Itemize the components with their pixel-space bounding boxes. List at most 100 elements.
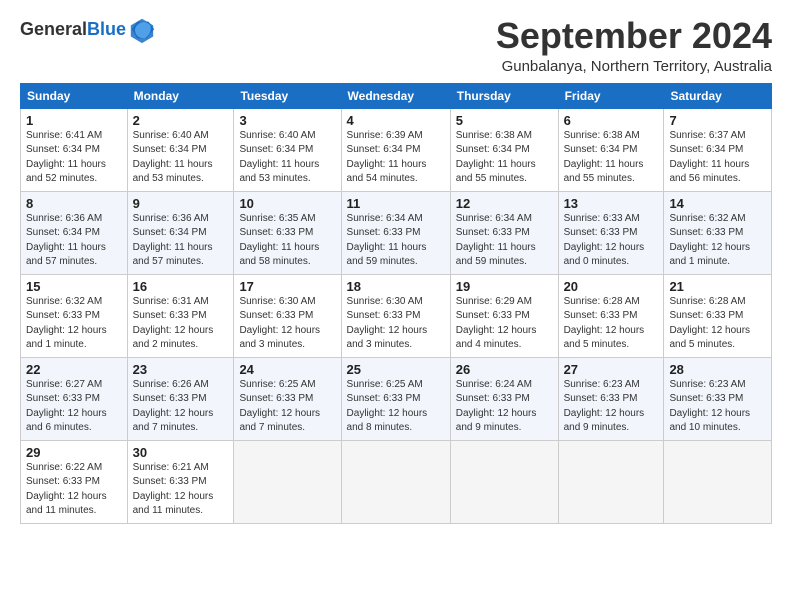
day-number: 17 — [239, 279, 335, 294]
day-number: 23 — [133, 362, 229, 377]
page: GeneralBlue September 2024 Gunbalanya, N… — [0, 0, 792, 534]
week-row-4: 22Sunrise: 6:27 AM Sunset: 6:33 PM Dayli… — [21, 357, 772, 440]
day-number: 27 — [564, 362, 659, 377]
table-row: 21Sunrise: 6:28 AM Sunset: 6:33 PM Dayli… — [664, 274, 772, 357]
col-monday: Monday — [127, 83, 234, 108]
table-row: 5Sunrise: 6:38 AM Sunset: 6:34 PM Daylig… — [450, 108, 558, 191]
table-row: 30Sunrise: 6:21 AM Sunset: 6:33 PM Dayli… — [127, 440, 234, 523]
col-tuesday: Tuesday — [234, 83, 341, 108]
day-info: Sunrise: 6:23 AM Sunset: 6:33 PM Dayligh… — [564, 378, 659, 436]
table-row: 8Sunrise: 6:36 AM Sunset: 6:34 PM Daylig… — [21, 191, 128, 274]
day-info: Sunrise: 6:26 AM Sunset: 6:33 PM Dayligh… — [133, 378, 229, 436]
title-block: September 2024 Gunbalanya, Northern Terr… — [496, 16, 772, 75]
day-number: 24 — [239, 362, 335, 377]
day-info: Sunrise: 6:31 AM Sunset: 6:33 PM Dayligh… — [133, 295, 229, 353]
table-row: 29Sunrise: 6:22 AM Sunset: 6:33 PM Dayli… — [21, 440, 128, 523]
col-saturday: Saturday — [664, 83, 772, 108]
day-number: 2 — [133, 113, 229, 128]
day-info: Sunrise: 6:33 AM Sunset: 6:33 PM Dayligh… — [564, 212, 659, 270]
day-info: Sunrise: 6:29 AM Sunset: 6:33 PM Dayligh… — [456, 295, 553, 353]
day-number: 26 — [456, 362, 553, 377]
table-row — [450, 440, 558, 523]
table-row: 19Sunrise: 6:29 AM Sunset: 6:33 PM Dayli… — [450, 274, 558, 357]
week-row-3: 15Sunrise: 6:32 AM Sunset: 6:33 PM Dayli… — [21, 274, 772, 357]
day-number: 9 — [133, 196, 229, 211]
day-info: Sunrise: 6:35 AM Sunset: 6:33 PM Dayligh… — [239, 212, 335, 270]
table-row: 3Sunrise: 6:40 AM Sunset: 6:34 PM Daylig… — [234, 108, 341, 191]
day-info: Sunrise: 6:39 AM Sunset: 6:34 PM Dayligh… — [347, 129, 445, 187]
calendar-header-row: Sunday Monday Tuesday Wednesday Thursday… — [21, 83, 772, 108]
table-row — [234, 440, 341, 523]
day-info: Sunrise: 6:25 AM Sunset: 6:33 PM Dayligh… — [347, 378, 445, 436]
day-number: 20 — [564, 279, 659, 294]
table-row: 15Sunrise: 6:32 AM Sunset: 6:33 PM Dayli… — [21, 274, 128, 357]
subtitle: Gunbalanya, Northern Territory, Australi… — [496, 58, 772, 75]
day-number: 15 — [26, 279, 122, 294]
day-info: Sunrise: 6:30 AM Sunset: 6:33 PM Dayligh… — [347, 295, 445, 353]
table-row: 24Sunrise: 6:25 AM Sunset: 6:33 PM Dayli… — [234, 357, 341, 440]
day-number: 25 — [347, 362, 445, 377]
day-info: Sunrise: 6:28 AM Sunset: 6:33 PM Dayligh… — [669, 295, 766, 353]
day-info: Sunrise: 6:21 AM Sunset: 6:33 PM Dayligh… — [133, 461, 229, 519]
day-info: Sunrise: 6:24 AM Sunset: 6:33 PM Dayligh… — [456, 378, 553, 436]
logo-text: GeneralBlue — [20, 20, 126, 40]
logo: GeneralBlue — [20, 16, 156, 44]
day-info: Sunrise: 6:38 AM Sunset: 6:34 PM Dayligh… — [456, 129, 553, 187]
col-wednesday: Wednesday — [341, 83, 450, 108]
day-number: 5 — [456, 113, 553, 128]
table-row: 12Sunrise: 6:34 AM Sunset: 6:33 PM Dayli… — [450, 191, 558, 274]
day-info: Sunrise: 6:32 AM Sunset: 6:33 PM Dayligh… — [669, 212, 766, 270]
day-info: Sunrise: 6:34 AM Sunset: 6:33 PM Dayligh… — [347, 212, 445, 270]
day-info: Sunrise: 6:30 AM Sunset: 6:33 PM Dayligh… — [239, 295, 335, 353]
table-row: 2Sunrise: 6:40 AM Sunset: 6:34 PM Daylig… — [127, 108, 234, 191]
col-thursday: Thursday — [450, 83, 558, 108]
table-row: 18Sunrise: 6:30 AM Sunset: 6:33 PM Dayli… — [341, 274, 450, 357]
month-title: September 2024 — [496, 16, 772, 56]
day-number: 10 — [239, 196, 335, 211]
table-row: 13Sunrise: 6:33 AM Sunset: 6:33 PM Dayli… — [558, 191, 664, 274]
day-number: 4 — [347, 113, 445, 128]
week-row-2: 8Sunrise: 6:36 AM Sunset: 6:34 PM Daylig… — [21, 191, 772, 274]
day-info: Sunrise: 6:23 AM Sunset: 6:33 PM Dayligh… — [669, 378, 766, 436]
day-info: Sunrise: 6:41 AM Sunset: 6:34 PM Dayligh… — [26, 129, 122, 187]
logo-icon — [128, 16, 156, 44]
day-number: 30 — [133, 445, 229, 460]
day-number: 6 — [564, 113, 659, 128]
day-number: 18 — [347, 279, 445, 294]
table-row: 10Sunrise: 6:35 AM Sunset: 6:33 PM Dayli… — [234, 191, 341, 274]
day-info: Sunrise: 6:28 AM Sunset: 6:33 PM Dayligh… — [564, 295, 659, 353]
day-number: 13 — [564, 196, 659, 211]
table-row: 25Sunrise: 6:25 AM Sunset: 6:33 PM Dayli… — [341, 357, 450, 440]
day-info: Sunrise: 6:40 AM Sunset: 6:34 PM Dayligh… — [133, 129, 229, 187]
table-row: 28Sunrise: 6:23 AM Sunset: 6:33 PM Dayli… — [664, 357, 772, 440]
week-row-5: 29Sunrise: 6:22 AM Sunset: 6:33 PM Dayli… — [21, 440, 772, 523]
table-row: 1Sunrise: 6:41 AM Sunset: 6:34 PM Daylig… — [21, 108, 128, 191]
day-number: 16 — [133, 279, 229, 294]
table-row: 26Sunrise: 6:24 AM Sunset: 6:33 PM Dayli… — [450, 357, 558, 440]
table-row — [341, 440, 450, 523]
day-number: 8 — [26, 196, 122, 211]
table-row: 20Sunrise: 6:28 AM Sunset: 6:33 PM Dayli… — [558, 274, 664, 357]
day-number: 28 — [669, 362, 766, 377]
day-number: 21 — [669, 279, 766, 294]
table-row: 22Sunrise: 6:27 AM Sunset: 6:33 PM Dayli… — [21, 357, 128, 440]
day-number: 22 — [26, 362, 122, 377]
table-row: 17Sunrise: 6:30 AM Sunset: 6:33 PM Dayli… — [234, 274, 341, 357]
col-sunday: Sunday — [21, 83, 128, 108]
calendar-table: Sunday Monday Tuesday Wednesday Thursday… — [20, 83, 772, 524]
day-number: 14 — [669, 196, 766, 211]
table-row: 16Sunrise: 6:31 AM Sunset: 6:33 PM Dayli… — [127, 274, 234, 357]
table-row: 9Sunrise: 6:36 AM Sunset: 6:34 PM Daylig… — [127, 191, 234, 274]
day-info: Sunrise: 6:32 AM Sunset: 6:33 PM Dayligh… — [26, 295, 122, 353]
day-info: Sunrise: 6:36 AM Sunset: 6:34 PM Dayligh… — [133, 212, 229, 270]
day-number: 29 — [26, 445, 122, 460]
day-number: 3 — [239, 113, 335, 128]
day-info: Sunrise: 6:36 AM Sunset: 6:34 PM Dayligh… — [26, 212, 122, 270]
week-row-1: 1Sunrise: 6:41 AM Sunset: 6:34 PM Daylig… — [21, 108, 772, 191]
day-info: Sunrise: 6:38 AM Sunset: 6:34 PM Dayligh… — [564, 129, 659, 187]
table-row: 11Sunrise: 6:34 AM Sunset: 6:33 PM Dayli… — [341, 191, 450, 274]
table-row: 23Sunrise: 6:26 AM Sunset: 6:33 PM Dayli… — [127, 357, 234, 440]
table-row: 6Sunrise: 6:38 AM Sunset: 6:34 PM Daylig… — [558, 108, 664, 191]
day-info: Sunrise: 6:37 AM Sunset: 6:34 PM Dayligh… — [669, 129, 766, 187]
table-row: 4Sunrise: 6:39 AM Sunset: 6:34 PM Daylig… — [341, 108, 450, 191]
